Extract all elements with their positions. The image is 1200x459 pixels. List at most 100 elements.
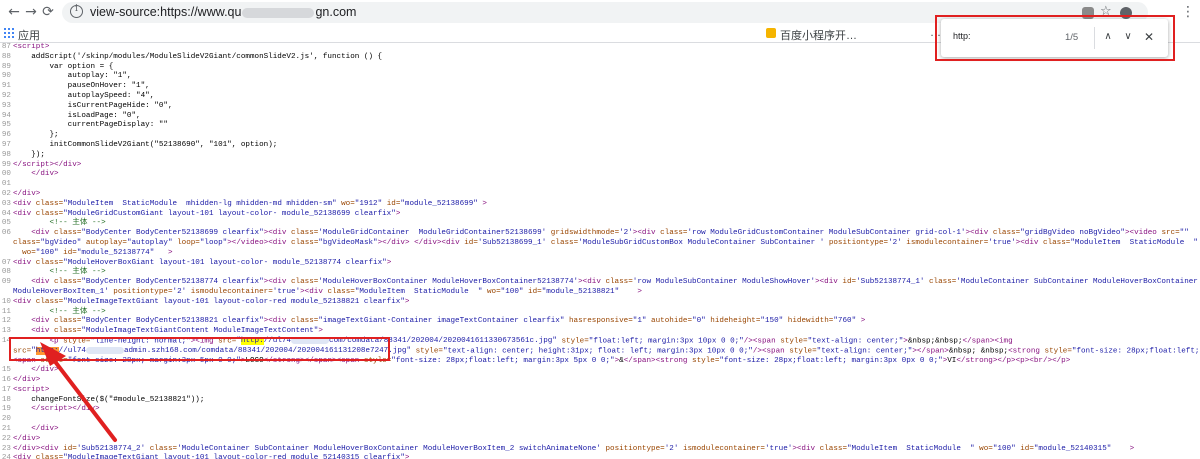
line-number: 16 [1, 376, 11, 385]
code-line: 23 </div><div id='Sub52138774_2' class='M… [0, 445, 1200, 455]
line-number: 95 [1, 121, 11, 130]
line-content: autoplay: "1", [13, 72, 132, 81]
code-line: 89 var option = { [0, 63, 1200, 73]
line-content: <div class="ModuleImageTextGiant layout-… [13, 454, 410, 459]
forward-icon[interactable]: → [23, 4, 39, 20]
line-content: <!-- 主体 --> [49, 307, 106, 316]
code-line: 22 </div> [0, 435, 1200, 445]
blurred-domain [242, 7, 315, 18]
line-number: 92 [1, 91, 11, 100]
code-line: 95 currentPageDisplay: "" [0, 121, 1200, 131]
back-icon[interactable]: ← [6, 4, 22, 20]
code-line: 11 <!-- 主体 --> [0, 308, 1200, 318]
line-number: 04 [1, 209, 11, 218]
line-number: 11 [1, 307, 11, 316]
code-line: 08 <!-- 主体 --> [0, 268, 1200, 278]
line-number: 97 [1, 140, 11, 149]
line-content: <div class="ModuleImageTextGiantContent … [31, 327, 323, 336]
line-content: </div> [31, 170, 59, 179]
line-content: }; [13, 131, 59, 140]
line-content: </script></div> [13, 160, 82, 169]
code-line: 91 pauseOnHover: "1", [0, 82, 1200, 92]
line-number: 22 [1, 434, 11, 443]
line-number: 96 [1, 131, 11, 140]
line-content: isLoadPage: "0", [13, 111, 141, 120]
code-line: 17 <script> [0, 386, 1200, 396]
line-number: 23 [1, 444, 11, 453]
line-content: </div> [31, 366, 59, 375]
line-number: 98 [1, 150, 11, 159]
line-number: 13 [1, 327, 11, 336]
code-line: wo="100" id="module_52138774" > [0, 249, 1200, 259]
line-number: 18 [1, 395, 11, 404]
code-line: 94 isLoadPage: "0", [0, 112, 1200, 122]
code-line: 20 [0, 415, 1200, 425]
bookmark-favicon [766, 28, 776, 38]
code-line: 03 <div class="ModuleItem StaticModule mh… [0, 200, 1200, 210]
menu-icon[interactable]: ⋮ [1180, 4, 1196, 20]
code-line: 98 }); [0, 151, 1200, 161]
code-line: 92 autoplaySpeed: "4", [0, 92, 1200, 102]
line-content: pauseOnHover: "1", [13, 82, 150, 91]
code-line: 21 </div> [0, 425, 1200, 435]
line-number: 02 [1, 189, 11, 198]
code-line: class="bgVideo" autoplay="autoplay" loop… [0, 239, 1200, 249]
line-number: 91 [1, 82, 11, 91]
line-number: 89 [1, 62, 11, 71]
line-content: </div> [31, 425, 59, 434]
address-bar-url[interactable]: view-source:https://www.qu gn.com [90, 5, 356, 19]
code-line: 04 <div class="ModuleGridCustomGiant layo… [0, 210, 1200, 220]
line-content: <script> [13, 385, 50, 394]
line-number: 09 [1, 278, 11, 287]
code-line: 24 <div class="ModuleImageTextGiant layou… [0, 454, 1200, 459]
code-line: 90 autoplay: "1", [0, 72, 1200, 82]
line-number: 94 [1, 111, 11, 120]
code-line: 99 </script></div> [0, 161, 1200, 171]
line-content: changeFontSize($("#module_52138821")); [13, 395, 205, 404]
annotation-box-find [935, 15, 1175, 61]
code-line: 19 </script></div> [0, 405, 1200, 415]
site-info-icon[interactable] [70, 4, 83, 18]
line-number: 99 [1, 160, 11, 169]
reload-icon[interactable]: ⟳ [40, 4, 56, 20]
line-number: 19 [1, 405, 11, 414]
line-content: </div><div id='Sub52138774_2' class='Mod… [13, 444, 1135, 453]
line-number: 06 [1, 229, 11, 238]
line-content: <div class="ModuleItem StaticModule mhid… [13, 199, 487, 208]
code-line: 16 </div> [0, 376, 1200, 386]
line-number: 93 [1, 101, 11, 110]
code-line: 13 <div class="ModuleImageTextGiantConte… [0, 327, 1200, 337]
line-content: <div class="ModuleHoverBoxGiant layout-1… [13, 258, 392, 267]
line-content: <div class="ModuleImageTextGiant layout-… [13, 297, 410, 306]
code-line: 01 [0, 180, 1200, 190]
line-content: <script> [13, 43, 50, 51]
line-content: wo="100" id="module_52138774" > [22, 248, 173, 257]
bookmark-apps[interactable]: 应用 [18, 27, 40, 43]
line-number: 90 [1, 72, 11, 81]
code-line: 02 </div> [0, 190, 1200, 200]
code-line: 18 changeFontSize($("#module_52138821"))… [0, 396, 1200, 406]
code-line: 07 <div class="ModuleHoverBoxGiant layout… [0, 259, 1200, 269]
line-number: 88 [1, 52, 11, 61]
line-content: <!-- 主体 --> [49, 268, 106, 277]
code-line: 06 <div class="BodyCenter BodyCenter5213… [0, 229, 1200, 239]
code-line: 10 <div class="ModuleImageTextGiant layou… [0, 298, 1200, 308]
line-content: <div class="ModuleGridCustomGiant layout… [13, 209, 401, 218]
line-content: <div class="BodyCenter BodyCenter5213877… [31, 278, 1198, 287]
bookmark-baidu[interactable]: 百度小程序开… [780, 27, 857, 43]
line-number: 08 [1, 268, 11, 277]
line-number: 21 [1, 425, 11, 434]
code-line: 15 </div> [0, 366, 1200, 376]
line-content: </div> [13, 434, 41, 443]
line-content: <!-- 主体 --> [49, 219, 106, 228]
line-content: initCommonSlideV2Giant("52138690", "101"… [13, 140, 278, 149]
code-line: 12 <div class="BodyCenter BodyCenter5213… [0, 317, 1200, 327]
code-line: ModuleHoverBoxItem_1' positiontype='2' i… [0, 288, 1200, 298]
line-content: var option = { [13, 62, 114, 71]
line-number: 00 [1, 170, 11, 179]
code-line: 97 initCommonSlideV2Giant("52138690", "1… [0, 141, 1200, 151]
line-content: ModuleHoverBoxItem_1' positiontype='2' i… [13, 287, 642, 296]
code-line: 00 </div> [0, 170, 1200, 180]
apps-icon[interactable] [4, 28, 14, 38]
line-content: <div class="BodyCenter BodyCenter5213882… [31, 317, 866, 326]
